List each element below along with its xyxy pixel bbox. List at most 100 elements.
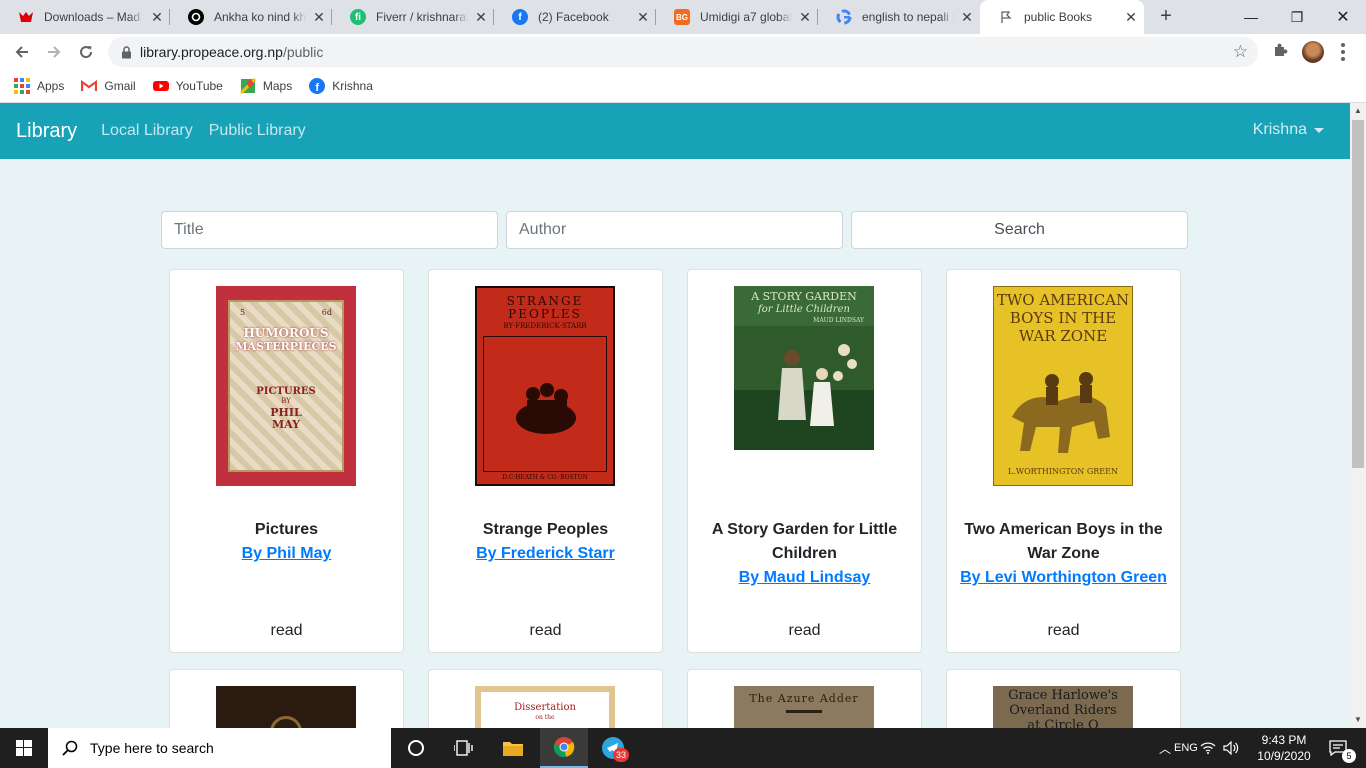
taskbar-search-placeholder: Type here to search: [90, 740, 214, 756]
book-card: Dissertation on the: [428, 669, 663, 728]
task-view-icon[interactable]: [440, 728, 488, 768]
book-author-link[interactable]: By Phil May: [180, 542, 393, 566]
taskbar-search-box[interactable]: Type here to search: [48, 728, 391, 768]
tab-title: public Books: [1024, 10, 1093, 24]
address-bar[interactable]: library.propeace.org.np/public ☆: [108, 37, 1258, 67]
user-dropdown[interactable]: Krishna: [1253, 121, 1324, 139]
author-search-input[interactable]: Author: [506, 211, 843, 249]
browser-toolbar: library.propeace.org.np/public ☆: [0, 34, 1366, 70]
chevron-up-icon[interactable]: ︿: [1156, 740, 1174, 757]
book-cover-image[interactable]: [216, 686, 356, 728]
new-tab-button[interactable]: +: [1154, 5, 1178, 29]
minimize-button[interactable]: —: [1228, 0, 1274, 34]
windows-start-icon[interactable]: [0, 728, 48, 768]
file-explorer-icon[interactable]: [489, 728, 537, 768]
close-icon[interactable]: ✕: [630, 9, 656, 26]
read-link[interactable]: read: [947, 622, 1180, 640]
window-close-button[interactable]: ✕: [1320, 0, 1366, 34]
tab-facebook[interactable]: f (2) Facebook ✕: [494, 0, 656, 34]
close-icon[interactable]: ✕: [144, 9, 170, 26]
close-icon[interactable]: ✕: [792, 9, 818, 26]
book-info: Two American Boys in the War Zone By Lev…: [957, 518, 1170, 590]
book-cover-image[interactable]: 5 6d HUMOROUS MASTERPIECES PICTURES BY P…: [216, 286, 356, 486]
cortana-icon[interactable]: [392, 728, 440, 768]
book-author-link[interactable]: By Frederick Starr: [439, 542, 652, 566]
bookmark-label: Maps: [262, 79, 293, 93]
book-cover-image[interactable]: STRANGE PEOPLES BY·FREDERICK·STARR D.C·H…: [475, 286, 615, 486]
scrollbar-thumb[interactable]: [1352, 120, 1364, 468]
book-cover-image[interactable]: Dissertation on the: [475, 686, 615, 728]
arrow-left-icon: [15, 46, 28, 58]
tab-public-books[interactable]: public Books ✕: [980, 0, 1144, 34]
book-card: Grace Harlowe's Overland Riders at Circl…: [946, 669, 1181, 728]
reload-button[interactable]: [72, 38, 100, 66]
page-scrollbar[interactable]: ▲ ▼: [1350, 103, 1366, 728]
volume-icon[interactable]: [1220, 741, 1242, 755]
chrome-taskbar-icon[interactable]: [540, 728, 588, 768]
cover-text: MASTERPIECES: [235, 340, 337, 353]
tab-strip: Downloads – Mad ✕ Ankha ko nind kho ✕ fi…: [0, 0, 1366, 34]
tab-ankha[interactable]: Ankha ko nind kho ✕: [170, 0, 332, 34]
book-author-link[interactable]: By Maud Lindsay: [698, 566, 911, 590]
book-title: A Story Garden for Little Children: [711, 521, 898, 562]
tab-downloads[interactable]: Downloads – Mad ✕: [0, 0, 170, 34]
lock-icon[interactable]: [120, 45, 132, 59]
chrome-menu-icon[interactable]: [1336, 42, 1350, 62]
nav-public-library[interactable]: Public Library: [209, 122, 306, 140]
tab-title: Fiverr / krishnarai8: [376, 10, 468, 24]
restore-button[interactable]: ❐: [1274, 0, 1320, 34]
facebook-icon: f: [309, 78, 326, 94]
google-icon: [836, 9, 852, 25]
url-host: library.propeace.org.np: [140, 44, 283, 60]
close-icon[interactable]: ✕: [306, 9, 332, 26]
navbar-brand[interactable]: Library: [16, 120, 77, 143]
read-link[interactable]: read: [688, 622, 921, 640]
cover-text: at Circle O: [1027, 718, 1099, 728]
read-link[interactable]: read: [170, 622, 403, 640]
bookmark-gmail[interactable]: Gmail: [81, 78, 136, 94]
bookmarks-bar: Apps Gmail YouTube Maps f Krishna: [0, 70, 1366, 103]
cover-text: TWO AMERICAN: [996, 291, 1130, 309]
book-cover-image[interactable]: Grace Harlowe's Overland Riders at Circl…: [993, 686, 1133, 728]
bookmark-star-icon[interactable]: ☆: [1233, 42, 1248, 62]
bookmark-krishna[interactable]: f Krishna: [309, 78, 373, 94]
scroll-up-icon[interactable]: ▲: [1350, 103, 1366, 119]
close-icon[interactable]: ✕: [468, 9, 494, 26]
search-button[interactable]: Search: [851, 211, 1188, 249]
mega-icon: [18, 9, 34, 25]
cover-text: BOYS IN THE: [1009, 309, 1117, 327]
forward-button[interactable]: [40, 38, 68, 66]
clock-date: 10/9/2020: [1257, 749, 1311, 763]
bookmark-youtube[interactable]: YouTube: [152, 78, 223, 94]
tab-google-translate[interactable]: english to nepali t ✕: [818, 0, 980, 34]
cover-text: MAY: [271, 418, 300, 431]
book-cover-image[interactable]: The Azure Adder: [734, 686, 874, 728]
taskbar-clock[interactable]: 9:43 PM 10/9/2020: [1252, 732, 1316, 764]
back-button[interactable]: [8, 38, 36, 66]
wifi-icon[interactable]: [1196, 742, 1220, 754]
nav-local-library[interactable]: Local Library: [101, 122, 193, 140]
tab-umidigi[interactable]: BG Umidigi a7 global ✕: [656, 0, 818, 34]
close-icon[interactable]: ✕: [1118, 9, 1144, 26]
book-cover-image[interactable]: TWO AMERICAN BOYS IN THE WAR ZONE L.WORT…: [993, 286, 1133, 486]
book-card: A STORY GARDEN for Little Children MAUD …: [687, 269, 922, 653]
extensions-puzzle-icon[interactable]: [1270, 42, 1290, 62]
notification-center-icon[interactable]: 5: [1318, 728, 1358, 768]
book-author-link[interactable]: By Levi Worthington Green: [957, 566, 1170, 590]
scroll-down-icon[interactable]: ▼: [1350, 712, 1366, 728]
telegram-icon[interactable]: 33: [589, 728, 637, 768]
bookmark-maps[interactable]: Maps: [239, 78, 293, 94]
cover-text: 6d: [321, 308, 332, 317]
close-icon[interactable]: ✕: [954, 9, 980, 26]
read-link[interactable]: read: [429, 622, 662, 640]
profile-avatar[interactable]: [1302, 41, 1324, 63]
notification-count-badge: 5: [1342, 749, 1356, 763]
cover-text: A STORY GARDEN: [751, 290, 857, 303]
language-indicator[interactable]: ENG: [1174, 742, 1198, 754]
title-search-input[interactable]: Title: [161, 211, 498, 249]
tab-fiverr[interactable]: fi Fiverr / krishnarai8 ✕: [332, 0, 494, 34]
bookmark-apps[interactable]: Apps: [14, 78, 64, 94]
cover-text: WAR ZONE: [1018, 327, 1108, 345]
book-cover-image[interactable]: A STORY GARDEN for Little Children MAUD …: [734, 286, 874, 450]
book-card: 5 6d HUMOROUS MASTERPIECES PICTURES BY P…: [169, 269, 404, 653]
